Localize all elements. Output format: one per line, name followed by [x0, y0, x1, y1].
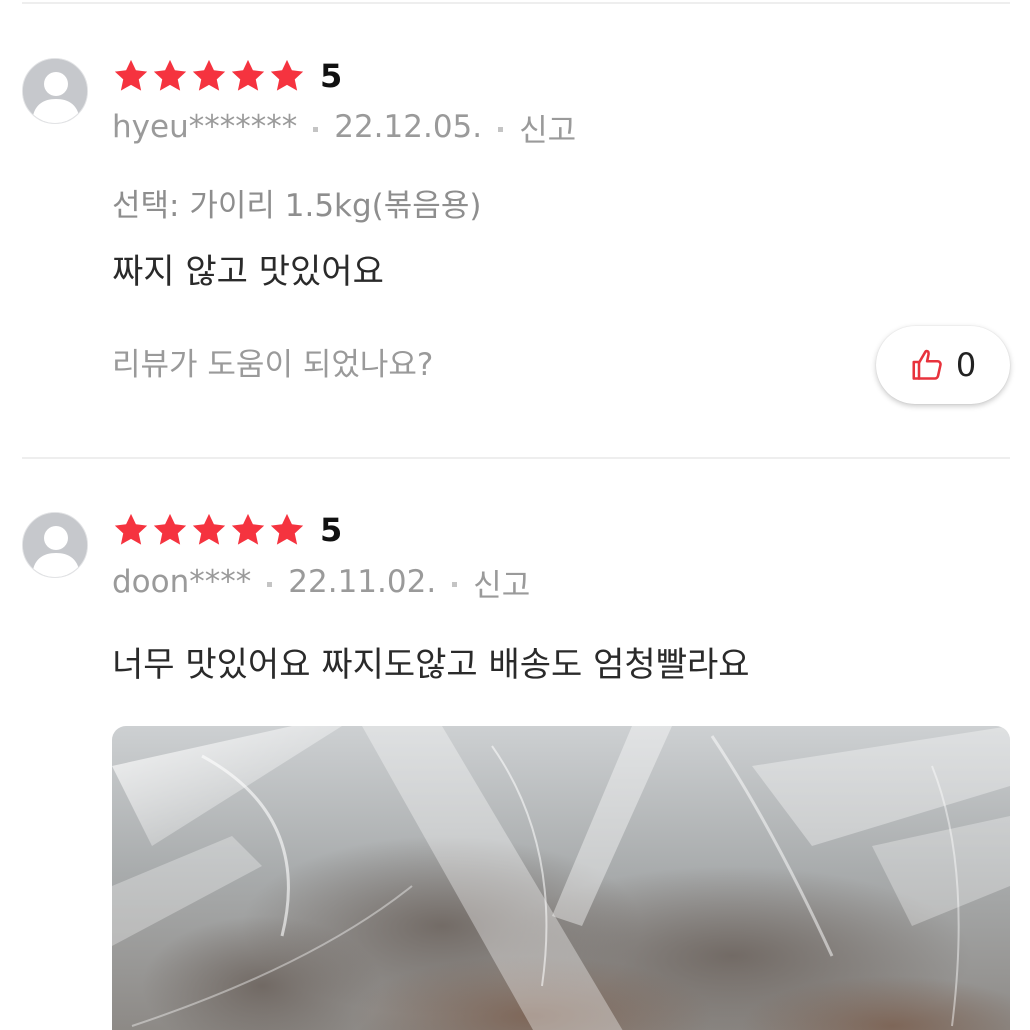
star-filled-icon	[114, 513, 148, 545]
divider	[22, 457, 1010, 459]
star-rating	[112, 511, 306, 549]
like-count: 0	[955, 346, 977, 384]
meta-separator	[498, 126, 504, 132]
star-filled-icon	[270, 513, 304, 545]
report-link[interactable]: 신고	[519, 105, 576, 150]
reviewer-id: doon****	[112, 564, 252, 600]
rating-row: 5	[112, 510, 342, 550]
purchased-option: 선택: 가이리 1.5kg(볶음용)	[112, 188, 482, 224]
default-user-avatar-icon	[22, 58, 88, 124]
meta-separator	[313, 126, 319, 132]
review-list: 5 hyeu******* 22.12.05. 신고 선택: 가이리 1.5kg…	[0, 0, 1030, 1030]
rating-value: 5	[320, 511, 343, 549]
star-filled-icon	[231, 59, 265, 91]
star-filled-icon	[114, 59, 148, 91]
report-link[interactable]: 신고	[473, 560, 530, 605]
review-meta: hyeu******* 22.12.05. 신고	[112, 105, 576, 150]
star-filled-icon	[270, 59, 304, 91]
star-filled-icon	[231, 513, 265, 545]
meta-separator	[452, 581, 458, 587]
divider	[22, 2, 1010, 4]
meta-separator	[267, 581, 273, 587]
star-filled-icon	[153, 513, 187, 545]
review-date: 22.11.02.	[288, 564, 437, 600]
star-filled-icon	[192, 59, 226, 91]
helpful-like-button[interactable]: 0	[876, 326, 1010, 404]
review-photo[interactable]	[112, 726, 1010, 1030]
star-rating	[112, 57, 306, 95]
review-text: 너무 맛있어요 짜지도않고 배송도 엄청빨라요	[112, 645, 750, 685]
star-filled-icon	[153, 59, 187, 91]
helpful-question: 리뷰가 도움이 되었나요?	[112, 347, 434, 383]
rating-row: 5	[112, 56, 342, 96]
review-date: 22.12.05.	[334, 109, 483, 145]
star-filled-icon	[192, 513, 226, 545]
thumbs-up-icon	[912, 349, 942, 380]
review-text: 짜지 않고 맛있어요	[112, 252, 384, 292]
reviewer-id: hyeu*******	[112, 109, 298, 145]
default-user-avatar-icon	[22, 512, 88, 578]
rating-value: 5	[320, 57, 343, 95]
review-meta: doon**** 22.11.02. 신고	[112, 560, 530, 605]
